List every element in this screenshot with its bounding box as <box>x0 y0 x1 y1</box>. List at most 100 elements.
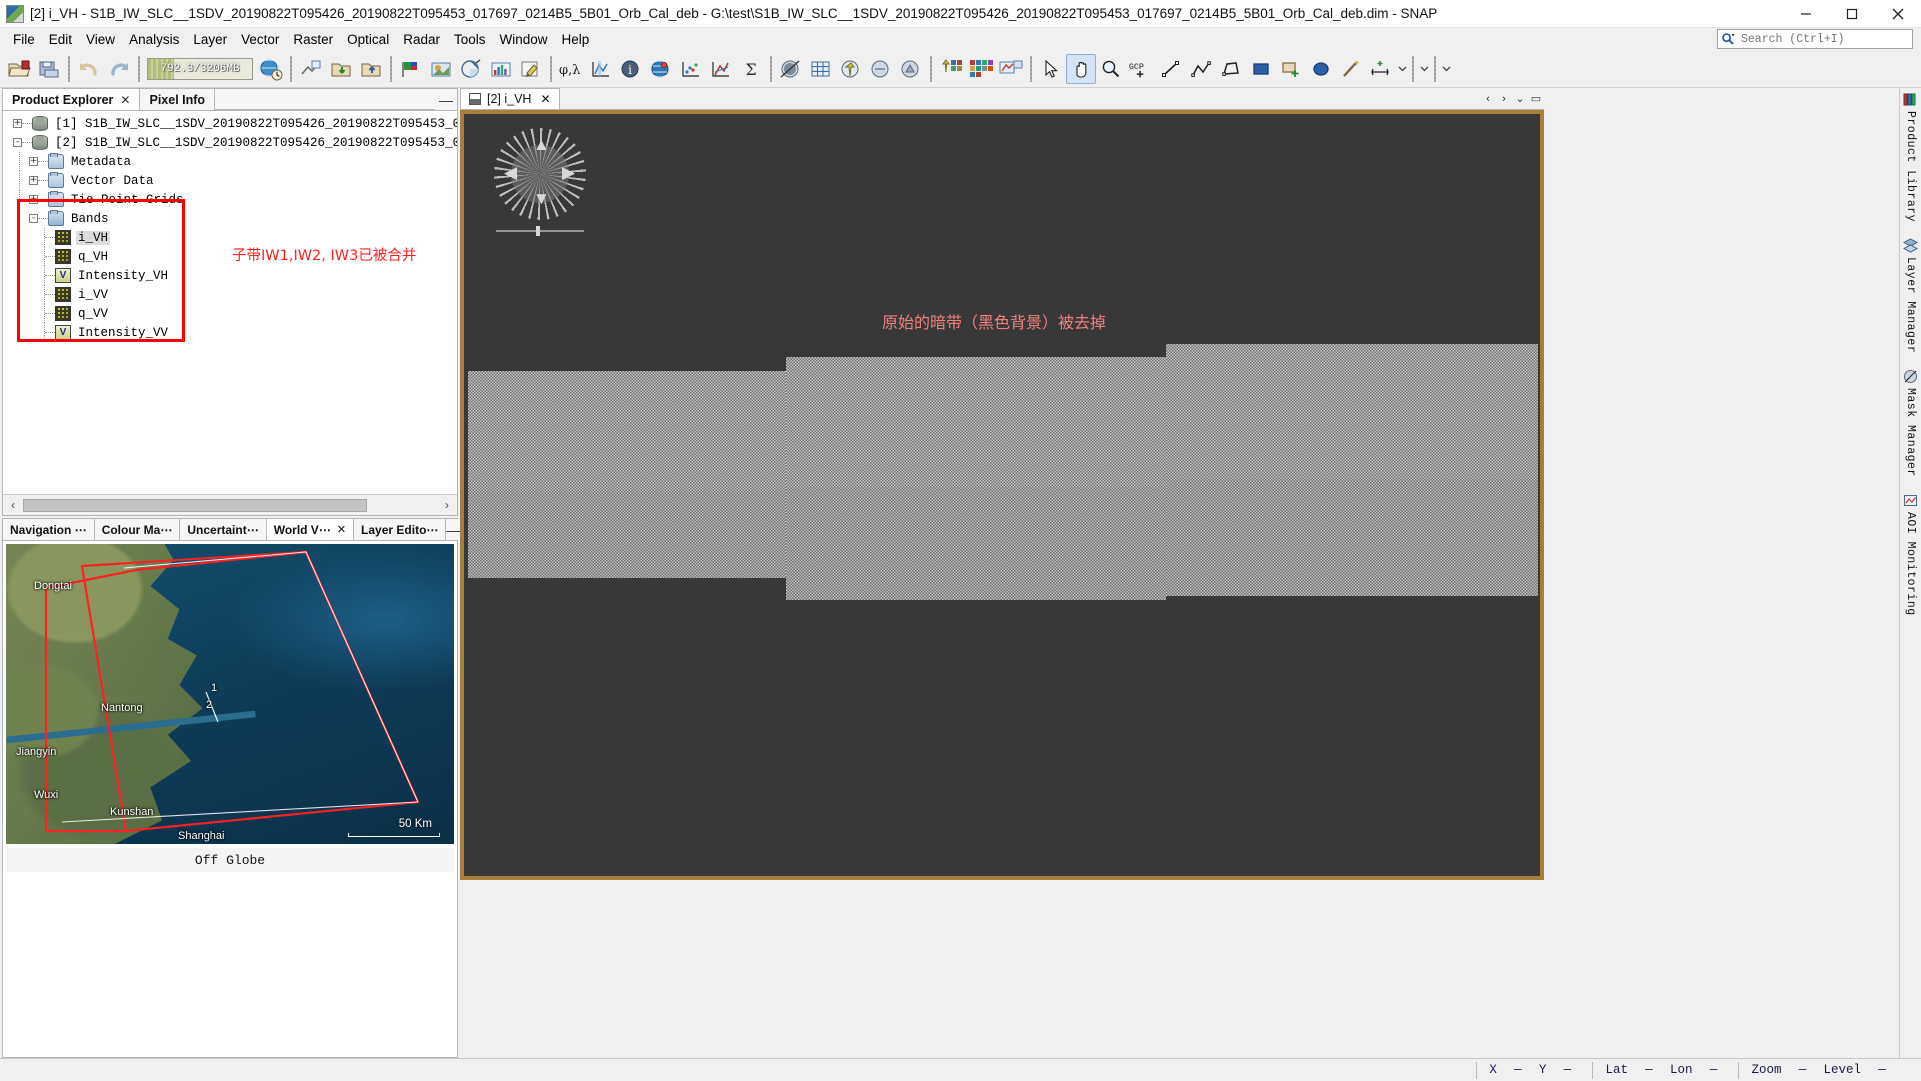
hsv-image-button[interactable] <box>426 54 456 84</box>
tab-scroll-left-icon[interactable]: ‹ <box>1480 88 1496 109</box>
menu-raster[interactable]: Raster <box>286 30 340 49</box>
tab-world-view-close-icon[interactable]: ✕ <box>337 523 346 536</box>
menu-edit[interactable]: Edit <box>42 30 79 49</box>
world-view-minimize-button[interactable]: — <box>446 519 461 540</box>
menu-file[interactable]: File <box>6 30 42 49</box>
tree-row-tie-point-grids[interactable]: + Tie-Point Grids <box>3 190 457 209</box>
pencil-edit-button[interactable] <box>516 54 546 84</box>
tab-image-view-i-vh[interactable]: [2] i_VH ✕ <box>460 88 560 109</box>
multi-pin-tool[interactable] <box>966 54 996 84</box>
search-box[interactable] <box>1717 29 1913 49</box>
compass-left-arrow-icon[interactable]: ◀ <box>504 164 517 181</box>
tab-maximize-icon[interactable]: ▭ <box>1528 88 1544 109</box>
zoom-tool[interactable] <box>1096 54 1126 84</box>
tree-row-metadata[interactable]: + Metadata <box>3 152 457 171</box>
export-button[interactable] <box>356 54 386 84</box>
magic-wand-tool[interactable] <box>1336 54 1366 84</box>
draw-rectangle-tool[interactable] <box>1246 54 1276 84</box>
draw-polyline-tool[interactable] <box>1186 54 1216 84</box>
open-product-button[interactable] <box>4 54 34 84</box>
save-product-button[interactable] <box>34 54 64 84</box>
geometry-overlay-button[interactable] <box>896 54 926 84</box>
expander-icon[interactable]: - <box>29 214 38 223</box>
sar-image-canvas[interactable]: ▲ ▶ ▼ ◀ 原始的暗带（黑色背景）被去掉 <box>460 110 1544 880</box>
compass-right-arrow-icon[interactable]: ▶ <box>562 164 575 181</box>
product-explorer-horizontal-scrollbar[interactable]: ‹ › <box>3 494 457 515</box>
minimize-button[interactable] <box>1783 0 1829 28</box>
menu-radar[interactable]: Radar <box>396 30 447 49</box>
statistics-button[interactable]: Σ <box>736 54 766 84</box>
tab-product-explorer-close-icon[interactable]: ✕ <box>120 93 130 107</box>
correlative-plot-button[interactable] <box>706 54 736 84</box>
undo-button[interactable] <box>74 54 104 84</box>
tab-product-explorer[interactable]: Product Explorer ✕ <box>3 89 141 110</box>
tree-row-band-i-vv[interactable]: i_VV <box>3 285 457 304</box>
graticule-button[interactable] <box>806 54 836 84</box>
scroll-left-arrow-icon[interactable]: ‹ <box>3 496 23 515</box>
no-data-overlay-button[interactable] <box>866 54 896 84</box>
compass-up-arrow-icon[interactable]: ▲ <box>533 136 550 153</box>
tab-list-chevron-icon[interactable]: ⌄ <box>1512 88 1528 109</box>
navigation-compass[interactable]: ▲ ▶ ▼ ◀ <box>494 128 586 220</box>
scroll-right-arrow-icon[interactable]: › <box>437 496 457 515</box>
subset-button[interactable] <box>296 54 326 84</box>
product-explorer-minimize-button[interactable]: — <box>435 89 457 110</box>
phi-lambda-button[interactable]: φ,λ <box>556 54 586 84</box>
info-circle-button[interactable]: i <box>616 54 646 84</box>
pan-tool[interactable] <box>1066 53 1096 84</box>
world-view-map[interactable]: Dongtai Nantong Jiangyin Wuxi Kunshan Sh… <box>6 544 454 844</box>
search-input[interactable] <box>1739 31 1912 47</box>
expander-icon[interactable]: - <box>13 138 22 147</box>
compass-down-arrow-icon[interactable]: ▼ <box>533 190 550 207</box>
toolbar-overflow-chevron-3[interactable] <box>1440 54 1452 84</box>
tree-row-band-q-vv[interactable]: q_VV <box>3 304 457 323</box>
tab-uncertainty[interactable]: Uncertaint⋯ <box>180 519 267 540</box>
tree-row-product-1[interactable]: + [1] S1B_IW_SLC__1SDV_20190822T095426_2… <box>3 114 457 133</box>
menu-tools[interactable]: Tools <box>447 30 493 49</box>
gcp-placing-tool[interactable] <box>996 54 1026 84</box>
tree-row-band-intensity-vv[interactable]: Intensity_VV <box>3 323 457 342</box>
menu-layer[interactable]: Layer <box>186 30 234 49</box>
histogram-button[interactable] <box>486 54 516 84</box>
profile-plot-button[interactable] <box>586 54 616 84</box>
scrollbar-thumb[interactable] <box>23 498 367 512</box>
tree-row-vector-data[interactable]: + Vector Data <box>3 171 457 190</box>
colour-manip-button[interactable] <box>456 54 486 84</box>
tab-layer-editor[interactable]: Layer Edito⋯ <box>354 519 447 540</box>
maximize-button[interactable] <box>1829 0 1875 28</box>
product-tree[interactable]: + [1] S1B_IW_SLC__1SDV_20190822T095426_2… <box>3 111 457 493</box>
mask-manager-button[interactable] <box>776 54 806 84</box>
tab-pixel-info[interactable]: Pixel Info <box>140 89 216 110</box>
pin-overlay-button[interactable] <box>836 54 866 84</box>
rgb-image-button[interactable] <box>396 54 426 84</box>
toolbar-overflow-chevron[interactable] <box>1396 54 1408 84</box>
tab-colour-manipulation[interactable]: Colour Ma⋯ <box>94 519 181 540</box>
expander-icon[interactable]: + <box>29 157 38 166</box>
dock-item-product-library[interactable]: Product Library <box>1903 92 1918 222</box>
tab-world-view[interactable]: World V⋯ ✕ <box>266 519 355 540</box>
range-finder-tool[interactable] <box>1366 54 1396 84</box>
draw-polygon-tool[interactable] <box>1216 54 1246 84</box>
menu-window[interactable]: Window <box>493 30 555 49</box>
memory-monitor[interactable]: 792.3/3206MB <box>147 57 253 80</box>
tab-navigation[interactable]: Navigation ⋯ <box>3 519 95 540</box>
pin-placing-tool[interactable] <box>936 54 966 84</box>
menu-help[interactable]: Help <box>555 30 597 49</box>
menu-analysis[interactable]: Analysis <box>122 30 186 49</box>
dock-item-layer-manager[interactable]: Layer Manager <box>1903 238 1918 353</box>
dock-item-aoi-monitoring[interactable]: AOI Monitoring <box>1903 493 1918 616</box>
tree-row-bands[interactable]: - Bands <box>3 209 457 228</box>
zoom-slider[interactable] <box>494 226 586 236</box>
draw-ellipse-tool[interactable] <box>1306 54 1336 84</box>
dock-item-mask-manager[interactable]: Mask Manager <box>1903 369 1918 477</box>
scatter-plot-button[interactable] <box>676 54 706 84</box>
select-tool[interactable] <box>1036 54 1066 84</box>
toolbar-overflow-chevron-2[interactable] <box>1418 54 1430 84</box>
reload-cache-button[interactable] <box>256 54 286 84</box>
draw-rectangle-plus-tool[interactable] <box>1276 54 1306 84</box>
tree-row-band-intensity-vh[interactable]: Intensity_VH <box>3 266 457 285</box>
expander-icon[interactable]: + <box>29 176 38 185</box>
menu-vector[interactable]: Vector <box>234 30 286 49</box>
gcp-tool-button[interactable]: GCP <box>1126 54 1156 84</box>
expander-icon[interactable]: + <box>29 195 38 204</box>
